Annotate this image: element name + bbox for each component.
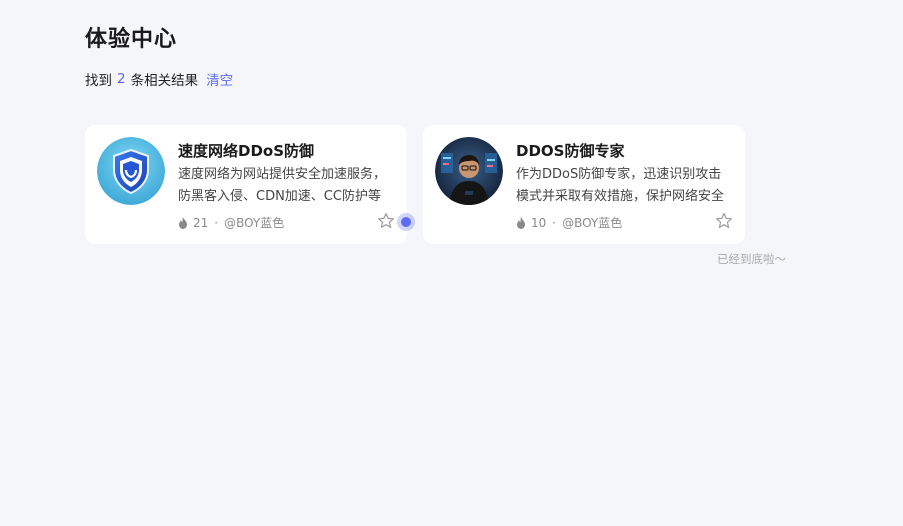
end-of-list-text: 已经到底啦～ — [717, 252, 786, 266]
author-name[interactable]: @BOY蓝色 — [224, 214, 284, 231]
star-icon[interactable] — [715, 212, 733, 230]
author-name[interactable]: @BOY蓝色 — [562, 214, 622, 231]
agent-card[interactable]: DDOS防御专家 作为DDoS防御专家，迅速识别攻击模式并采取有效措施，保护网络… — [423, 125, 745, 244]
card-title: DDOS防御专家 — [516, 142, 625, 160]
result-prefix: 找到 — [85, 73, 112, 89]
hot-count: 10 — [531, 215, 547, 230]
card-meta: 10 · @BOY蓝色 — [516, 214, 622, 231]
card-description: 速度网络为网站提供安全加速服务，防黑客入侵、CDN加速、CC防护等 — [178, 167, 387, 204]
result-summary: 找到 2 条相关结果 清空 — [85, 69, 233, 89]
experience-center-page: 体验中心 找到 2 条相关结果 清空 速度网络DDoS防御 速度网络为网站提供安… — [0, 0, 903, 526]
agent-card[interactable]: 速度网络DDoS防御 速度网络为网站提供安全加速服务，防黑客入侵、CDN加速、C… — [85, 125, 407, 244]
card-meta: 21 · @BOY蓝色 — [178, 214, 284, 231]
page-title: 体验中心 — [85, 27, 178, 52]
fire-icon — [179, 216, 187, 229]
person-avatar — [435, 137, 503, 205]
result-suffix: 条相关结果 — [130, 73, 199, 89]
star-icon[interactable] — [377, 212, 395, 230]
card-title: 速度网络DDoS防御 — [178, 142, 315, 160]
hot-count: 21 — [193, 215, 209, 230]
shield-icon — [97, 137, 165, 205]
cursor-indicator — [397, 213, 415, 231]
fire-icon — [517, 216, 525, 229]
card-description: 作为DDoS防御专家，迅速识别攻击模式并采取有效措施，保护网络安全 — [516, 167, 725, 204]
meta-separator: · — [214, 215, 219, 230]
result-count: 2 — [117, 71, 126, 87]
clear-button[interactable]: 清空 — [206, 69, 233, 89]
meta-separator: · — [552, 215, 557, 230]
